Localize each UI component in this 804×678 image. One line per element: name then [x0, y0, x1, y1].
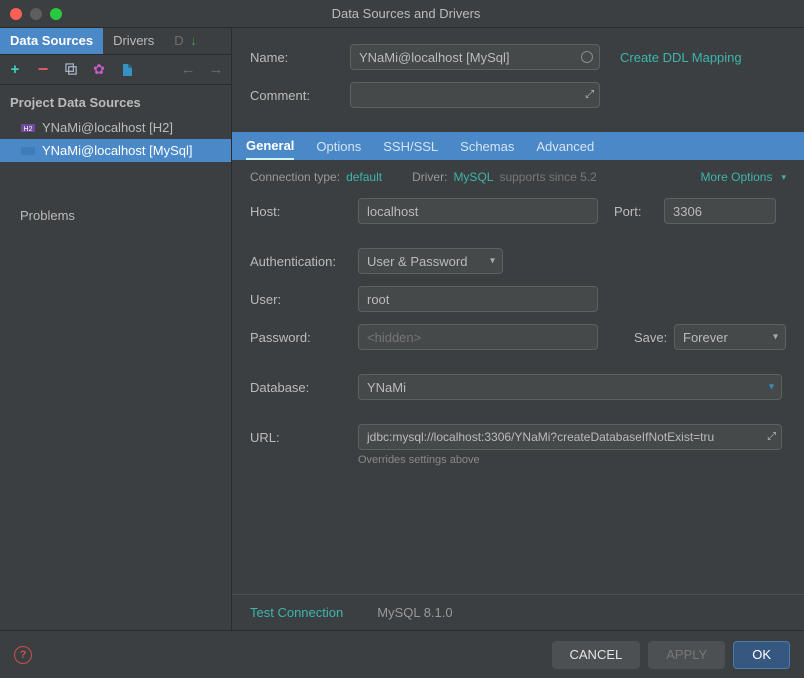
tab-advanced[interactable]: Advanced: [536, 132, 594, 160]
driver-value[interactable]: MySQL: [453, 170, 493, 184]
user-label: User:: [250, 292, 358, 307]
expand-icon[interactable]: ⤢: [585, 89, 594, 102]
database-label: Database:: [250, 380, 358, 395]
add-icon[interactable]: +: [8, 63, 22, 77]
tree-item-mysql[interactable]: YNaMi@localhost [MySql]: [0, 139, 231, 162]
password-label: Password:: [250, 330, 358, 345]
sidebar: Data Sources Drivers DI ↓ + − ✿ ← → Proj…: [0, 28, 232, 630]
auth-label: Authentication:: [250, 254, 358, 269]
database-select[interactable]: [358, 374, 782, 400]
svg-text:H2: H2: [24, 126, 33, 133]
url-note: Overrides settings above: [358, 454, 786, 466]
port-label: Port:: [614, 204, 664, 219]
auth-select[interactable]: [358, 248, 503, 274]
comment-label: Comment:: [250, 88, 350, 103]
url-input[interactable]: [358, 424, 782, 450]
sidebar-problems[interactable]: Problems: [0, 202, 231, 229]
user-input[interactable]: [358, 286, 598, 312]
ok-button[interactable]: OK: [733, 641, 790, 669]
tree-item-h2[interactable]: H2 YNaMi@localhost [H2]: [0, 116, 231, 139]
create-ddl-mapping-link[interactable]: Create DDL Mapping: [620, 50, 742, 65]
content-pane: Name: Create DDL Mapping Comment: ⤢ Gene…: [232, 28, 804, 630]
sub-tab-bar: General Options SSH/SSL Schemas Advanced: [232, 132, 804, 160]
database-icon-mysql: [20, 144, 36, 158]
host-label: Host:: [250, 204, 358, 219]
url-label: URL:: [250, 430, 358, 445]
tab-schemas[interactable]: Schemas: [460, 132, 514, 160]
import-icon[interactable]: [120, 63, 134, 77]
host-input[interactable]: [358, 198, 598, 224]
apply-button[interactable]: APPLY: [648, 641, 725, 669]
help-icon[interactable]: ?: [14, 646, 32, 664]
test-connection-link[interactable]: Test Connection: [250, 605, 343, 620]
save-label: Save:: [634, 330, 674, 345]
cancel-button[interactable]: CANCEL: [552, 641, 641, 669]
sidebar-toolbar: + − ✿ ← →: [0, 55, 231, 85]
minimize-window-button[interactable]: [30, 8, 42, 20]
close-window-button[interactable]: [10, 8, 22, 20]
port-input[interactable]: [664, 198, 776, 224]
sidebar-section-title: Project Data Sources: [0, 85, 231, 116]
dialog-footer: ? CANCEL APPLY OK: [0, 630, 804, 678]
name-input[interactable]: [350, 44, 600, 70]
forward-icon[interactable]: →: [209, 63, 223, 77]
chevron-down-icon[interactable]: ▾: [781, 172, 786, 183]
tab-ssh-ssl[interactable]: SSH/SSL: [383, 132, 438, 160]
connection-type-label: Connection type:: [250, 170, 340, 184]
driver-support: supports since 5.2: [499, 170, 596, 184]
sidebar-tab-data-sources[interactable]: Data Sources: [0, 28, 103, 54]
tree-item-label: YNaMi@localhost [H2]: [42, 120, 173, 135]
tree-item-label: YNaMi@localhost [MySql]: [42, 143, 192, 158]
database-icon-h2: H2: [20, 121, 36, 135]
sidebar-tab-ddl-mappings[interactable]: DI: [164, 28, 184, 54]
title-bar: Data Sources and Drivers: [0, 0, 804, 28]
tab-general[interactable]: General: [246, 132, 294, 160]
sort-icon[interactable]: ↓: [184, 28, 203, 54]
back-icon[interactable]: ←: [181, 63, 195, 77]
password-input[interactable]: [358, 324, 598, 350]
window-title: Data Sources and Drivers: [62, 6, 750, 21]
driver-label: Driver:: [412, 170, 447, 184]
tab-options[interactable]: Options: [316, 132, 361, 160]
comment-input[interactable]: [350, 82, 600, 108]
save-select[interactable]: [674, 324, 786, 350]
expand-icon[interactable]: ⤢: [767, 431, 776, 444]
traffic-lights: [10, 8, 62, 20]
settings-icon[interactable]: ✿: [92, 63, 106, 77]
maximize-window-button[interactable]: [50, 8, 62, 20]
sidebar-tab-bar: Data Sources Drivers DI ↓: [0, 28, 231, 55]
color-circle-icon[interactable]: [581, 51, 593, 63]
sidebar-tab-drivers[interactable]: Drivers: [103, 28, 164, 54]
driver-version: MySQL 8.1.0: [377, 605, 452, 620]
more-options-link[interactable]: More Options: [700, 170, 772, 184]
copy-icon[interactable]: [64, 63, 78, 77]
connection-type-value[interactable]: default: [346, 170, 382, 184]
name-label: Name:: [250, 50, 350, 65]
remove-icon[interactable]: −: [36, 63, 50, 77]
